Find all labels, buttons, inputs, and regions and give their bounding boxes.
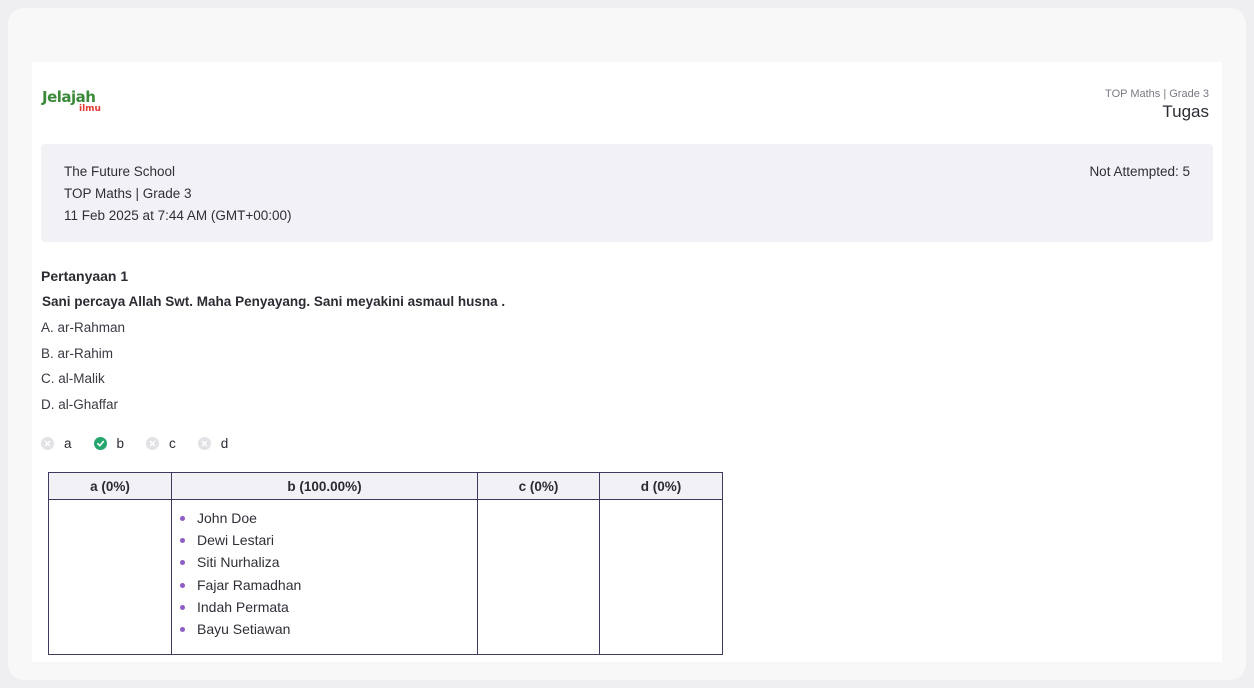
column-d-cell <box>599 499 723 655</box>
page-title: Tugas <box>1162 102 1209 121</box>
check-icon <box>93 436 107 450</box>
answer-key-label: c <box>169 435 176 451</box>
list-item: Indah Permata <box>180 596 477 618</box>
jelajah-ilmu-logo: Jelajah ilmu <box>42 88 122 118</box>
list-item: Fajar Ramadhan <box>180 574 477 596</box>
answer-key-d: d <box>197 435 229 451</box>
column-c-cell <box>477 499 600 655</box>
column-a-cell <box>48 499 172 655</box>
answer-key-label: b <box>116 435 125 451</box>
option-d: D. al-Ghaffar <box>41 397 119 412</box>
list-item: John Doe <box>180 507 477 529</box>
answer-key-b: b <box>93 435 125 451</box>
header-course: TOP Maths | Grade 3 <box>1105 88 1209 100</box>
column-header-b: b (100.00%) <box>171 472 478 500</box>
student-list: John Doe Dewi Lestari Siti Nurhaliza Faj… <box>172 500 477 640</box>
option-a: A. ar-Rahman <box>41 320 126 335</box>
column-b-cell: John Doe Dewi Lestari Siti Nurhaliza Faj… <box>171 499 478 655</box>
answer-key-label: d <box>220 435 229 451</box>
answer-key-c: c <box>146 436 176 451</box>
wrong-icon <box>146 436 160 450</box>
column-header-c: c (0%) <box>477 472 600 500</box>
wrong-icon <box>41 436 54 450</box>
wrong-icon <box>197 436 211 450</box>
logo-text-sub: ilmu <box>79 104 101 114</box>
list-item: Siti Nurhaliza <box>180 551 477 573</box>
list-item: Bayu Setiawan <box>180 618 477 640</box>
results-row: John Doe Dewi Lestari Siti Nurhaliza Faj… <box>48 499 723 655</box>
question-title: Pertanyaan 1 <box>41 268 129 284</box>
info-box: The Future School TOP Maths | Grade 3 11… <box>41 144 1213 242</box>
results-header-row: a (0%) b (100.00%) c (0%) d (0%) <box>48 472 723 500</box>
answer-key: a b c d <box>41 433 250 453</box>
question-text: Sani percaya Allah Swt. Maha Penyayang. … <box>42 294 506 309</box>
column-header-a: a (0%) <box>48 472 172 500</box>
course-name: TOP Maths | Grade 3 <box>64 186 192 201</box>
results-table: a (0%) b (100.00%) c (0%) d (0%) John Do… <box>48 472 723 655</box>
report-page: Jelajah ilmu TOP Maths | Grade 3 Tugas T… <box>32 62 1222 662</box>
report-header: TOP Maths | Grade 3 Tugas <box>1105 88 1209 122</box>
option-c: C. al-Malik <box>41 371 105 386</box>
option-b: B. ar-Rahim <box>41 346 114 361</box>
column-header-d: d (0%) <box>599 472 723 500</box>
not-attempted-count: Not Attempted: 5 <box>1089 164 1190 179</box>
school-name: The Future School <box>64 164 176 179</box>
answer-key-a: a <box>41 436 72 451</box>
answer-key-label: a <box>64 435 72 451</box>
report-datetime: 11 Feb 2025 at 7:44 AM (GMT+00:00) <box>64 208 292 223</box>
report-frame: Jelajah ilmu TOP Maths | Grade 3 Tugas T… <box>8 8 1246 680</box>
list-item: Dewi Lestari <box>180 529 477 551</box>
